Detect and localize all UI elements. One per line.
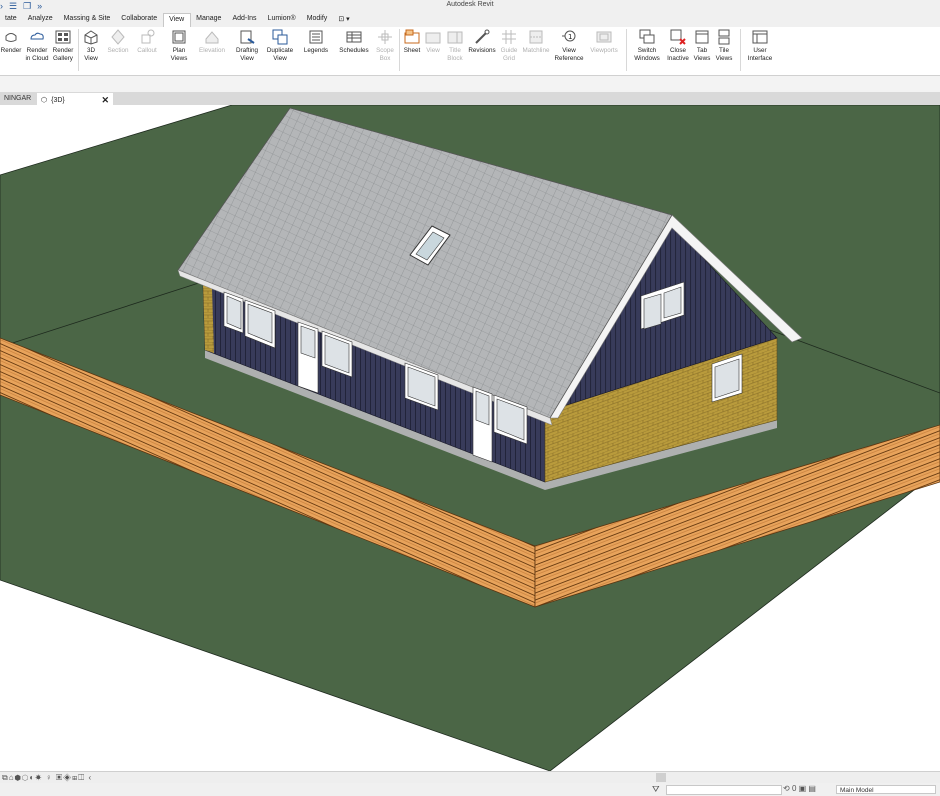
switch-windows-button[interactable]: Switch Windows	[632, 29, 662, 63]
cube-icon: ⬡	[41, 97, 48, 104]
section-button[interactable]: Section	[104, 29, 132, 55]
scope-box-icon	[378, 30, 392, 44]
tab-add-ins[interactable]: Add-Ins	[227, 13, 262, 27]
title-bar: › ☰ ❐ » Autodesk Revit	[0, 0, 940, 13]
render-button[interactable]: Render	[0, 29, 22, 55]
ribbon-separator	[626, 29, 627, 71]
plan-views-button[interactable]: Plan Views	[168, 29, 190, 63]
drafting-view-button[interactable]: Drafting View	[233, 29, 261, 63]
horizontal-scrollbar[interactable]	[656, 773, 666, 782]
render-gallery-button[interactable]: Render Gallery	[51, 29, 75, 63]
scope-box-button[interactable]: Scope Box	[374, 29, 396, 63]
user-interface-button[interactable]: User Interface	[745, 29, 775, 63]
render-in-cloud-button[interactable]: Render in Cloud	[24, 29, 50, 63]
section-icon	[111, 29, 125, 45]
elevation-button[interactable]: Elevation	[196, 29, 228, 55]
editable-only-icon[interactable]: ⟲	[783, 784, 790, 793]
drafting-icon	[240, 30, 255, 44]
view-tab-ningar[interactable]: NINGAR	[0, 93, 36, 105]
user-interface-icon	[752, 30, 768, 44]
3d-viewport[interactable]	[0, 105, 940, 771]
view-button[interactable]: View	[424, 29, 442, 55]
legend-icon	[309, 30, 323, 44]
revisions-button[interactable]: Revisions	[467, 29, 497, 55]
ribbon-panel: Render Render in Cloud Render Gallery 3D Vi…	[0, 27, 940, 76]
tab-lumion[interactable]: Lumion®	[263, 13, 302, 27]
title-block-icon	[447, 31, 463, 44]
selection-count: 0	[791, 784, 797, 793]
viewports-icon	[596, 31, 612, 43]
panel-toggle-dropdown[interactable]: ⊡ ▾	[333, 13, 355, 27]
elevation-icon	[205, 31, 219, 44]
close-inactive-button[interactable]: Close Inactive	[665, 29, 691, 63]
duplicate-icon	[272, 29, 288, 45]
status-bar: ⛛ ⟲ 0 ▣ ▤ Main Model	[0, 783, 940, 796]
schedule-icon	[346, 31, 362, 43]
tab-view[interactable]: View	[163, 13, 192, 28]
workset-dropdown[interactable]	[666, 785, 782, 795]
schedules-button[interactable]: Schedules	[337, 29, 371, 55]
plan-icon	[172, 30, 186, 44]
gallery-icon	[55, 30, 71, 44]
view-tab-bar: NINGAR ⬡ {3D} ✕	[0, 92, 940, 105]
view-reference-icon: 1	[562, 30, 576, 42]
sheet-button[interactable]: Sheet	[402, 29, 422, 55]
callout-button[interactable]: Callout	[134, 29, 160, 55]
tile-views-button[interactable]: Tile Views	[714, 29, 734, 63]
guide-grid-button[interactable]: Guide Grid	[498, 29, 520, 63]
revision-icon	[475, 29, 490, 44]
ribbon-tabs: tate Analyze Massing & Site Collaborate …	[0, 13, 940, 28]
tab-massing-site[interactable]: Massing & Site	[59, 13, 117, 27]
tab-analyze[interactable]: Analyze	[23, 13, 59, 27]
house-3d-icon	[84, 30, 98, 45]
cloud-teapot-icon	[30, 32, 44, 40]
guide-grid-icon	[502, 30, 516, 44]
view-controls-icons[interactable]: ⧉⌂⬢⬡◐☀ ♀ ▣◈⊞◫ ‹	[2, 773, 92, 783]
app-title: Autodesk Revit	[446, 1, 494, 8]
duplicate-view-button[interactable]: Duplicate View	[264, 29, 296, 63]
ribbon-separator	[399, 29, 400, 71]
viewports-button[interactable]: Viewports	[588, 29, 620, 55]
switch-windows-icon	[639, 29, 655, 44]
matchline-button[interactable]: Matchline	[521, 29, 551, 55]
teapot-icon	[5, 33, 17, 42]
tab-views-button[interactable]: Tab Views	[692, 29, 712, 63]
title-block-button[interactable]: Title Block	[444, 29, 466, 63]
filter-icon[interactable]: ⛛	[652, 784, 660, 795]
3d-model-scene	[0, 105, 940, 771]
tab-manage[interactable]: Manage	[191, 13, 227, 27]
view-tab-3d[interactable]: ⬡ {3D} ✕	[37, 93, 113, 105]
design-options-icon[interactable]: ▣ ▤	[799, 784, 816, 793]
ribbon-panel-labels	[0, 76, 940, 92]
sheet-icon	[404, 29, 420, 44]
tab-modify[interactable]: Modify	[302, 13, 334, 27]
3d-view-button[interactable]: 3D View	[81, 29, 101, 63]
callout-icon	[141, 29, 155, 44]
svg-text:1: 1	[568, 33, 572, 41]
tab-create[interactable]: tate	[0, 13, 23, 27]
place-view-icon	[425, 32, 441, 44]
status-icons[interactable]: ⟲ 0 ▣ ▤	[783, 784, 816, 793]
view-reference-button[interactable]: 1 View Reference	[553, 29, 585, 63]
ribbon-separator	[740, 29, 741, 71]
close-inactive-icon	[670, 29, 686, 45]
matchline-icon	[529, 30, 543, 44]
ribbon-separator	[78, 29, 79, 71]
tab-collaborate[interactable]: Collaborate	[116, 13, 163, 27]
legends-button[interactable]: Legends	[302, 29, 330, 55]
tile-views-icon	[718, 29, 730, 45]
tab-views-icon	[695, 30, 709, 44]
active-model-field[interactable]: Main Model	[836, 785, 936, 794]
close-icon[interactable]: ✕	[101, 95, 109, 106]
